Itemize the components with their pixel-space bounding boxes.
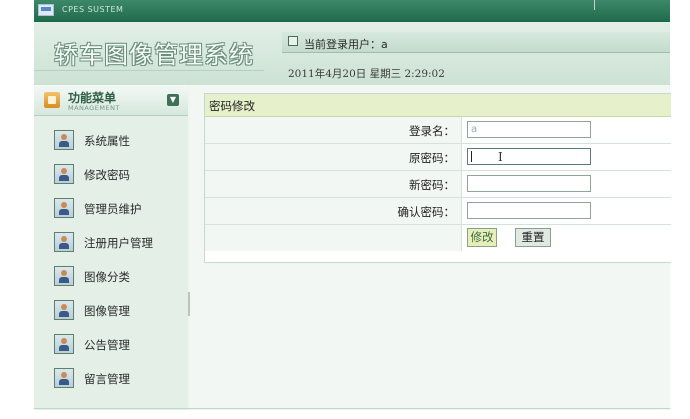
new-password-field[interactable] <box>467 175 591 192</box>
login-name-row: 登录名： a <box>205 117 671 144</box>
menu-folder-icon <box>44 92 60 108</box>
system-window-icon <box>38 4 54 16</box>
sidebar-item-registered-users[interactable]: 注册用户管理 <box>54 229 184 255</box>
current-user-text: 当前登录用户：a <box>304 38 388 51</box>
current-user-bar: 当前登录用户：a <box>282 32 670 53</box>
divider <box>594 0 595 10</box>
label-cell: 登录名： <box>205 117 462 143</box>
menu-header: 功能菜单 MANAGEMENT ▼ <box>34 85 188 116</box>
old-password-label: 原密码： <box>409 151 455 165</box>
sidebar-item-image-management[interactable]: 图像管理 <box>54 297 184 323</box>
sidebar-item-change-password[interactable]: 修改密码 <box>54 161 184 187</box>
user-icon <box>54 368 74 388</box>
sidebar-item-label: 系统属性 <box>84 134 130 148</box>
sidebar-item-label: 修改密码 <box>84 168 130 182</box>
text-caret <box>471 151 472 162</box>
actions-row: 修改 重置 <box>205 225 671 251</box>
divider <box>34 408 670 409</box>
sidebar-item-admin-maintenance[interactable]: 管理员维护 <box>54 195 184 221</box>
user-icon <box>54 266 74 286</box>
change-password-panel: 密码修改 登录名： a 原密码： I 新密码： 确认密码： 修改 重置 <box>204 93 671 263</box>
sidebar-item-system-properties[interactable]: 系统属性 <box>54 127 184 153</box>
sidebar-item-announcements[interactable]: 公告管理 <box>54 331 184 357</box>
app-title: 轿车图像管理系统 <box>54 41 254 69</box>
panel-header: 密码修改 <box>205 94 671 117</box>
new-password-label: 新密码： <box>409 178 455 192</box>
sidebar-item-label: 留言管理 <box>84 372 130 386</box>
sidebar-item-label: 图像管理 <box>84 304 130 318</box>
sidebar-item-label: 管理员维护 <box>84 202 142 216</box>
user-icon <box>54 334 74 354</box>
user-icon <box>54 300 74 320</box>
new-password-row: 新密码： <box>205 171 671 198</box>
panel-title: 密码修改 <box>209 99 255 113</box>
login-name-field[interactable]: a <box>467 121 591 138</box>
user-icon <box>288 36 298 46</box>
divider <box>34 70 264 71</box>
sidebar-item-label: 公告管理 <box>84 338 130 352</box>
sidebar-item-label: 注册用户管理 <box>84 236 153 250</box>
system-name: CPES SUSTEM <box>62 5 124 14</box>
reset-button[interactable]: 重置 <box>515 228 551 247</box>
user-icon <box>54 232 74 252</box>
sidebar-item-label: 图像分类 <box>84 270 130 284</box>
sidebar-item-messages[interactable]: 留言管理 <box>54 365 184 391</box>
label-cell: 原密码： <box>205 144 462 170</box>
title-bar: CPES SUSTEM <box>34 0 670 22</box>
sidebar: 功能菜单 MANAGEMENT ▼ 系统属性 修改密码 管理员维护 注册用户管理… <box>34 85 189 410</box>
current-datetime: 2011年4月20日 星期三 2:29:02 <box>288 68 445 80</box>
app-header: 轿车图像管理系统 当前登录用户：a 2011年4月20日 星期三 2:29:02 <box>34 22 670 85</box>
ibeam-cursor-icon: I <box>498 150 503 164</box>
main-content: 密码修改 登录名： a 原密码： I 新密码： 确认密码： 修改 重置 <box>190 85 671 410</box>
confirm-password-label: 确认密码： <box>397 205 456 219</box>
label-cell: 新密码： <box>205 171 462 197</box>
collapse-menu-button[interactable]: ▼ <box>167 94 179 106</box>
submit-button[interactable]: 修改 <box>467 228 497 247</box>
user-icon <box>54 198 74 218</box>
confirm-password-row: 确认密码： <box>205 198 671 225</box>
label-cell: 确认密码： <box>205 198 462 224</box>
login-name-label: 登录名： <box>409 124 455 138</box>
user-icon <box>54 164 74 184</box>
menu-subtitle: MANAGEMENT <box>68 104 120 112</box>
user-icon <box>54 130 74 150</box>
confirm-password-field[interactable] <box>467 202 591 219</box>
label-cell <box>205 225 462 251</box>
old-password-field[interactable]: I <box>467 148 591 165</box>
old-password-row: 原密码： I <box>205 144 671 171</box>
sidebar-item-image-categories[interactable]: 图像分类 <box>54 263 184 289</box>
